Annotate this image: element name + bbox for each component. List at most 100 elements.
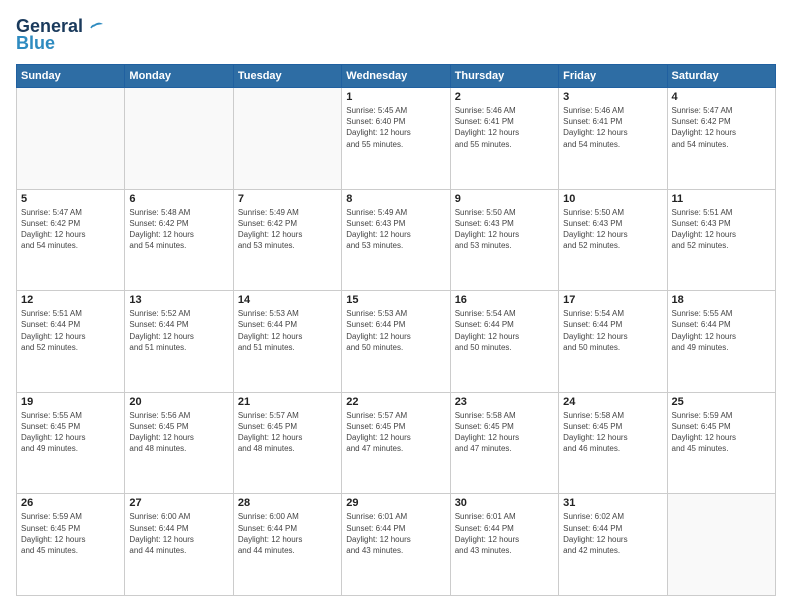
calendar-cell: 19Sunrise: 5:55 AM Sunset: 6:45 PM Dayli… <box>17 392 125 494</box>
calendar-cell: 2 Sunrise: 5:46 AM Sunset: 6:41 PM Daylig… <box>450 88 558 190</box>
calendar-week-3: 12 Sunrise: 5:51 AM Sunset: 6:44 PM Dayli… <box>17 291 776 393</box>
day-info: Sunrise: 5:56 AM Sunset: 6:45 PM Dayligh… <box>129 410 228 455</box>
calendar-cell: 15Sunrise: 5:53 AM Sunset: 6:44 PM Dayli… <box>342 291 450 393</box>
day-info: Sunrise: 6:00 AM Sunset: 6:44 PM Dayligh… <box>238 511 337 556</box>
calendar-cell: 24 Sunrise: 5:58 AM Sunset: 6:45 PM Dayli… <box>559 392 667 494</box>
calendar-cell: 14 Sunrise: 5:53 AM Sunset: 6:44 PM Dayli… <box>233 291 341 393</box>
day-info: Sunrise: 5:49 AM Sunset: 6:43 PM Dayligh… <box>346 207 445 252</box>
day-info: Sunrise: 5:52 AM Sunset: 6:44 PM Dayligh… <box>129 308 228 353</box>
calendar-week-2: 5 Sunrise: 5:47 AM Sunset: 6:42 PM Daylig… <box>17 189 776 291</box>
page: General Blue SundayMondayTuesdayWednesda… <box>0 0 792 612</box>
day-info: Sunrise: 5:58 AM Sunset: 6:45 PM Dayligh… <box>455 410 554 455</box>
calendar-cell: 18 Sunrise: 5:55 AM Sunset: 6:44 PM Dayli… <box>667 291 775 393</box>
calendar-cell: 26Sunrise: 5:59 AM Sunset: 6:45 PM Dayli… <box>17 494 125 596</box>
weekday-header-friday: Friday <box>559 65 667 88</box>
day-info: Sunrise: 6:01 AM Sunset: 6:44 PM Dayligh… <box>455 511 554 556</box>
day-number: 20 <box>129 396 228 408</box>
day-info: Sunrise: 5:50 AM Sunset: 6:43 PM Dayligh… <box>455 207 554 252</box>
day-info: Sunrise: 5:53 AM Sunset: 6:44 PM Dayligh… <box>238 308 337 353</box>
day-number: 10 <box>563 193 662 205</box>
day-number: 24 <box>563 396 662 408</box>
calendar-cell: 20 Sunrise: 5:56 AM Sunset: 6:45 PM Dayli… <box>125 392 233 494</box>
calendar-week-4: 19Sunrise: 5:55 AM Sunset: 6:45 PM Dayli… <box>17 392 776 494</box>
calendar-cell: 29Sunrise: 6:01 AM Sunset: 6:44 PM Dayli… <box>342 494 450 596</box>
day-number: 31 <box>563 497 662 509</box>
weekday-header-saturday: Saturday <box>667 65 775 88</box>
calendar-cell: 31 Sunrise: 6:02 AM Sunset: 6:44 PM Dayli… <box>559 494 667 596</box>
day-info: Sunrise: 5:45 AM Sunset: 6:40 PM Dayligh… <box>346 105 445 150</box>
calendar-cell: 1 Sunrise: 5:45 AM Sunset: 6:40 PM Daylig… <box>342 88 450 190</box>
calendar-cell <box>125 88 233 190</box>
day-info: Sunrise: 5:54 AM Sunset: 6:44 PM Dayligh… <box>563 308 662 353</box>
calendar-week-1: 1 Sunrise: 5:45 AM Sunset: 6:40 PM Daylig… <box>17 88 776 190</box>
calendar-cell: 23 Sunrise: 5:58 AM Sunset: 6:45 PM Dayli… <box>450 392 558 494</box>
day-number: 16 <box>455 294 554 306</box>
calendar-week-5: 26Sunrise: 5:59 AM Sunset: 6:45 PM Dayli… <box>17 494 776 596</box>
day-info: Sunrise: 5:57 AM Sunset: 6:45 PM Dayligh… <box>238 410 337 455</box>
day-number: 8 <box>346 193 445 205</box>
weekday-header-row: SundayMondayTuesdayWednesdayThursdayFrid… <box>17 65 776 88</box>
weekday-header-sunday: Sunday <box>17 65 125 88</box>
calendar-cell <box>17 88 125 190</box>
day-info: Sunrise: 5:59 AM Sunset: 6:45 PM Dayligh… <box>21 511 120 556</box>
calendar-cell: 17 Sunrise: 5:54 AM Sunset: 6:44 PM Dayli… <box>559 291 667 393</box>
day-info: Sunrise: 5:47 AM Sunset: 6:42 PM Dayligh… <box>672 105 771 150</box>
day-info: Sunrise: 5:51 AM Sunset: 6:43 PM Dayligh… <box>672 207 771 252</box>
day-number: 18 <box>672 294 771 306</box>
day-number: 21 <box>238 396 337 408</box>
day-info: Sunrise: 6:02 AM Sunset: 6:44 PM Dayligh… <box>563 511 662 556</box>
calendar-table: SundayMondayTuesdayWednesdayThursdayFrid… <box>16 64 776 596</box>
calendar-cell: 5 Sunrise: 5:47 AM Sunset: 6:42 PM Daylig… <box>17 189 125 291</box>
weekday-header-monday: Monday <box>125 65 233 88</box>
calendar-cell: 21 Sunrise: 5:57 AM Sunset: 6:45 PM Dayli… <box>233 392 341 494</box>
day-info: Sunrise: 5:49 AM Sunset: 6:42 PM Dayligh… <box>238 207 337 252</box>
day-number: 6 <box>129 193 228 205</box>
day-info: Sunrise: 5:50 AM Sunset: 6:43 PM Dayligh… <box>563 207 662 252</box>
day-number: 4 <box>672 91 771 103</box>
day-number: 3 <box>563 91 662 103</box>
calendar-cell: 9Sunrise: 5:50 AM Sunset: 6:43 PM Daylig… <box>450 189 558 291</box>
day-number: 7 <box>238 193 337 205</box>
day-number: 28 <box>238 497 337 509</box>
day-info: Sunrise: 5:54 AM Sunset: 6:44 PM Dayligh… <box>455 308 554 353</box>
calendar-cell: 28 Sunrise: 6:00 AM Sunset: 6:44 PM Dayli… <box>233 494 341 596</box>
logo-blue-label: Blue <box>16 33 55 54</box>
day-number: 2 <box>455 91 554 103</box>
logo: General Blue <box>16 16 105 54</box>
day-number: 29 <box>346 497 445 509</box>
weekday-header-wednesday: Wednesday <box>342 65 450 88</box>
day-info: Sunrise: 5:55 AM Sunset: 6:44 PM Dayligh… <box>672 308 771 353</box>
day-number: 17 <box>563 294 662 306</box>
day-info: Sunrise: 5:59 AM Sunset: 6:45 PM Dayligh… <box>672 410 771 455</box>
day-number: 5 <box>21 193 120 205</box>
day-info: Sunrise: 5:47 AM Sunset: 6:42 PM Dayligh… <box>21 207 120 252</box>
calendar-cell: 22Sunrise: 5:57 AM Sunset: 6:45 PM Dayli… <box>342 392 450 494</box>
calendar-cell: 4 Sunrise: 5:47 AM Sunset: 6:42 PM Daylig… <box>667 88 775 190</box>
header: General Blue <box>16 16 776 54</box>
day-number: 23 <box>455 396 554 408</box>
calendar-cell: 3Sunrise: 5:46 AM Sunset: 6:41 PM Daylig… <box>559 88 667 190</box>
weekday-header-tuesday: Tuesday <box>233 65 341 88</box>
calendar-cell: 11 Sunrise: 5:51 AM Sunset: 6:43 PM Dayli… <box>667 189 775 291</box>
day-info: Sunrise: 5:58 AM Sunset: 6:45 PM Dayligh… <box>563 410 662 455</box>
day-number: 14 <box>238 294 337 306</box>
day-info: Sunrise: 5:46 AM Sunset: 6:41 PM Dayligh… <box>455 105 554 150</box>
day-info: Sunrise: 6:00 AM Sunset: 6:44 PM Dayligh… <box>129 511 228 556</box>
weekday-header-thursday: Thursday <box>450 65 558 88</box>
day-number: 15 <box>346 294 445 306</box>
day-number: 22 <box>346 396 445 408</box>
day-number: 12 <box>21 294 120 306</box>
calendar-cell: 25Sunrise: 5:59 AM Sunset: 6:45 PM Dayli… <box>667 392 775 494</box>
calendar-cell: 7 Sunrise: 5:49 AM Sunset: 6:42 PM Daylig… <box>233 189 341 291</box>
day-number: 11 <box>672 193 771 205</box>
calendar-cell <box>233 88 341 190</box>
day-number: 13 <box>129 294 228 306</box>
day-number: 1 <box>346 91 445 103</box>
day-info: Sunrise: 5:51 AM Sunset: 6:44 PM Dayligh… <box>21 308 120 353</box>
calendar-cell: 12 Sunrise: 5:51 AM Sunset: 6:44 PM Dayli… <box>17 291 125 393</box>
calendar-cell: 16 Sunrise: 5:54 AM Sunset: 6:44 PM Dayli… <box>450 291 558 393</box>
calendar-cell: 6 Sunrise: 5:48 AM Sunset: 6:42 PM Daylig… <box>125 189 233 291</box>
day-info: Sunrise: 5:48 AM Sunset: 6:42 PM Dayligh… <box>129 207 228 252</box>
day-number: 27 <box>129 497 228 509</box>
calendar-cell: 27 Sunrise: 6:00 AM Sunset: 6:44 PM Dayli… <box>125 494 233 596</box>
